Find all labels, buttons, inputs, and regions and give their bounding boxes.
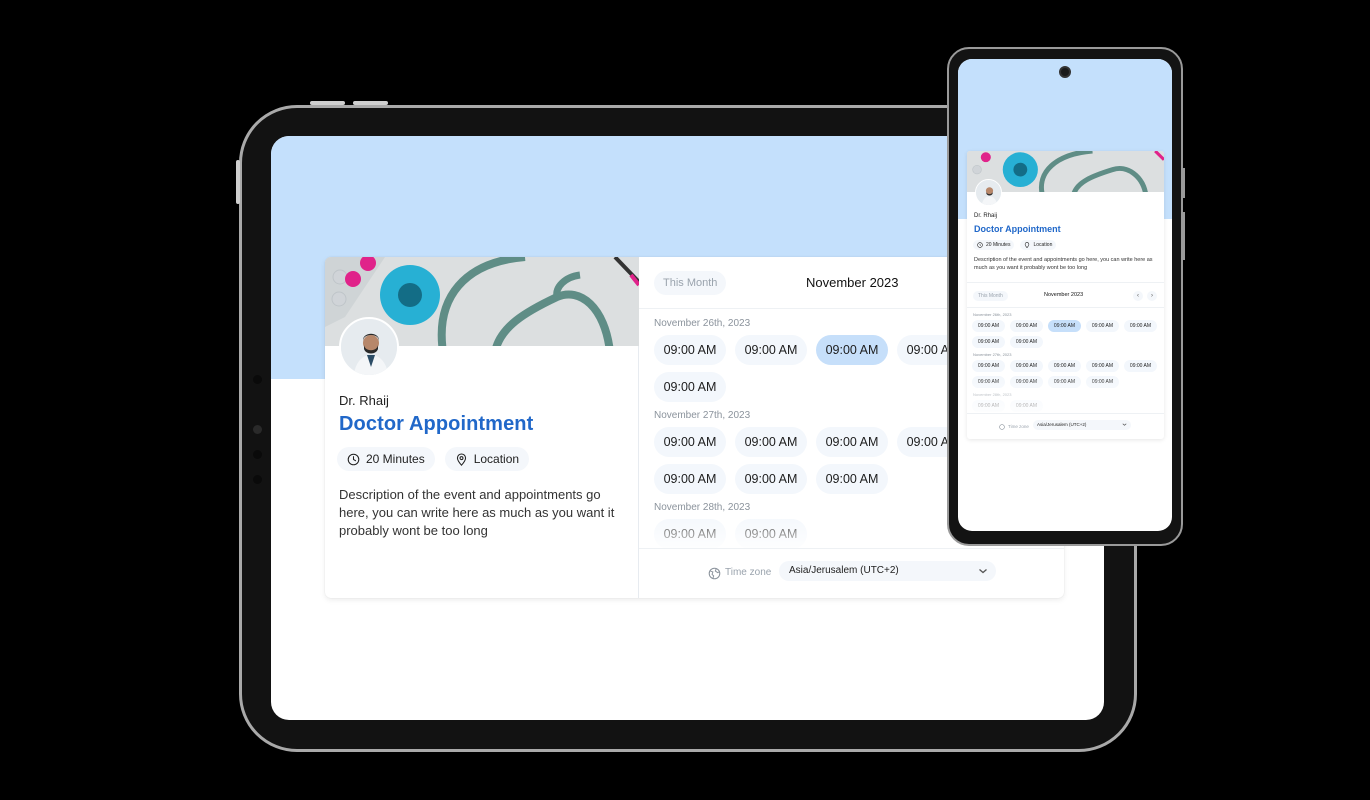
time-slot-button[interactable]: 09:00 AM: [654, 427, 726, 457]
timezone-value: Asia/Jerusalem (UTC+2): [789, 565, 899, 576]
globe-icon: [708, 567, 721, 580]
mobile-day-slots: 09:00 AM 09:00 AM 09:00 AM 09:00 AM 09:00 AM…: [972, 360, 1162, 388]
time-slot-button[interactable]: 09:00 AM: [654, 335, 726, 365]
event-details-panel: Dr. Rhaij Doctor Appointment 20 Minutes …: [325, 257, 639, 598]
mobile-location-label: Location: [1033, 242, 1053, 248]
map-pin-icon: [1025, 242, 1030, 248]
duration-label: 20 Minutes: [366, 452, 425, 466]
mobile-location-chip[interactable]: Location: [1020, 240, 1057, 250]
time-slot-button[interactable]: 09:00 AM: [735, 335, 807, 365]
mobile-time-slot-button[interactable]: 09:00 AM: [1124, 320, 1157, 332]
mobile-timezone-label: Time zone: [1008, 424, 1029, 429]
mobile-event-title: Doctor Appointment: [974, 224, 1061, 234]
mobile-time-slot-button[interactable]: 09:00 AM: [972, 336, 1005, 348]
clock-icon: [977, 242, 983, 248]
clock-icon: [347, 453, 360, 465]
doctor-name: Dr. Rhaij: [339, 393, 389, 408]
mobile-time-slot-button[interactable]: 09:00 AM: [1086, 320, 1119, 332]
chevron-down-icon: [979, 569, 987, 574]
tablet-power-button: [236, 160, 240, 204]
mobile-event-meta-chips: 20 Minutes Location: [973, 240, 1057, 250]
event-description: Description of the event and appointment…: [339, 487, 615, 538]
mobile-calendar-panel: This Month November 2023 ‹ › November 26…: [967, 282, 1164, 439]
mobile-duration-label: 20 Minutes: [986, 242, 1011, 248]
mobile-timezone-select[interactable]: Asia/Jerusalem (UTC+2): [1033, 420, 1131, 430]
mobile-doctor-name: Dr. Rhaij: [974, 213, 998, 219]
time-slot-button[interactable]: 09:00 AM: [816, 335, 888, 365]
location-chip[interactable]: Location: [444, 447, 530, 471]
mobile-time-slot-button[interactable]: 09:00 AM: [1048, 320, 1081, 332]
mobile-time-slot-button[interactable]: 09:00 AM: [1010, 400, 1043, 412]
mobile-time-slot-button[interactable]: 09:00 AM: [1010, 360, 1043, 372]
mobile-time-slot-button[interactable]: 09:00 AM: [1048, 360, 1081, 372]
mobile-time-slot-button[interactable]: 09:00 AM: [972, 320, 1005, 332]
mobile-time-slots-list[interactable]: November 26th, 2023 09:00 AM 09:00 AM 09:00…: [967, 307, 1164, 413]
tablet-sensor: [253, 475, 262, 484]
mobile-time-slot-button[interactable]: 09:00 AM: [1048, 376, 1081, 388]
month-label: November 2023: [806, 275, 899, 290]
event-meta-chips: 20 Minutes Location: [337, 447, 530, 471]
phone-camera: [1059, 66, 1071, 78]
time-slot-button[interactable]: 09:00 AM: [735, 427, 807, 457]
mobile-time-slot-button[interactable]: 09:00 AM: [1010, 376, 1043, 388]
time-slot-button[interactable]: 09:00 AM: [816, 464, 888, 494]
mobile-time-slot-button[interactable]: 09:00 AM: [972, 360, 1005, 372]
duration-chip: 20 Minutes: [337, 447, 435, 471]
mobile-month-label: November 2023: [1044, 292, 1084, 298]
mobile-doctor-avatar: [975, 179, 1002, 206]
mobile-event-description: Description of the event and appointment…: [974, 257, 1153, 271]
mobile-timezone-bar: Time zone Asia/Jerusalem (UTC+2): [967, 413, 1164, 439]
time-slot-button[interactable]: 09:00 AM: [654, 519, 726, 548]
mobile-booking-card: Dr. Rhaij Doctor Appointment 20 Minutes …: [967, 151, 1164, 439]
mobile-time-slot-button[interactable]: 09:00 AM: [972, 400, 1005, 412]
this-month-button[interactable]: This Month: [654, 271, 727, 295]
mobile-time-slot-button[interactable]: 09:00 AM: [1124, 360, 1157, 372]
timezone-select[interactable]: Asia/Jerusalem (UTC+2): [779, 561, 996, 581]
phone-power-button: [1183, 168, 1185, 198]
mobile-this-month-button[interactable]: This Month: [973, 291, 1008, 301]
time-slot-button[interactable]: 09:00 AM: [654, 464, 726, 494]
doctor-avatar: [339, 317, 399, 377]
phone-volume-button: [1183, 212, 1185, 260]
tablet-sensor: [253, 425, 262, 434]
mobile-time-slot-button[interactable]: 09:00 AM: [972, 376, 1005, 388]
tablet-volume-up-button: [310, 101, 345, 105]
mobile-day-slots: 09:00 AM 09:00 AM 09:00 AM 09:00 AM 09:00 AM…: [972, 320, 1162, 348]
mobile-day-label: November 27th, 2023: [973, 352, 1012, 357]
device-mockup-stage: Dr. Rhaij Doctor Appointment 20 Minutes …: [0, 0, 1370, 800]
mobile-time-slot-button[interactable]: 09:00 AM: [1010, 320, 1043, 332]
mobile-time-slot-button[interactable]: 09:00 AM: [1086, 376, 1119, 388]
time-slot-button[interactable]: 09:00 AM: [816, 427, 888, 457]
mobile-day-label: November 26th, 2023: [973, 312, 1012, 317]
mobile-time-slot-button[interactable]: 09:00 AM: [1010, 336, 1043, 348]
time-slot-button[interactable]: 09:00 AM: [735, 519, 807, 548]
timezone-label: Time zone: [725, 567, 772, 578]
globe-icon: [999, 424, 1005, 430]
mobile-day-slots: 09:00 AM 09:00 AM: [972, 400, 1162, 412]
timezone-bar: Time zone Asia/Jerusalem (UTC+2): [639, 548, 1064, 598]
time-slot-button[interactable]: 09:00 AM: [654, 372, 726, 402]
tablet-sensor: [253, 375, 262, 384]
chevron-left-icon: ‹: [1137, 293, 1139, 299]
mobile-duration-chip: 20 Minutes: [973, 240, 1015, 250]
chevron-right-icon: ›: [1151, 293, 1153, 299]
prev-month-button[interactable]: ‹: [1133, 291, 1143, 301]
chevron-down-icon: [1122, 423, 1127, 426]
map-pin-icon: [456, 452, 466, 466]
mobile-day-label: November 28th, 2023: [973, 392, 1012, 397]
time-slot-button[interactable]: 09:00 AM: [735, 464, 807, 494]
next-month-button[interactable]: ›: [1147, 291, 1157, 301]
location-label: Location: [473, 452, 520, 466]
tablet-volume-down-button: [353, 101, 388, 105]
mobile-timezone-value: Asia/Jerusalem (UTC+2): [1037, 422, 1087, 427]
mobile-time-slot-button[interactable]: 09:00 AM: [1086, 360, 1119, 372]
event-title: Doctor Appointment: [339, 413, 534, 435]
tablet-sensor: [253, 450, 262, 459]
